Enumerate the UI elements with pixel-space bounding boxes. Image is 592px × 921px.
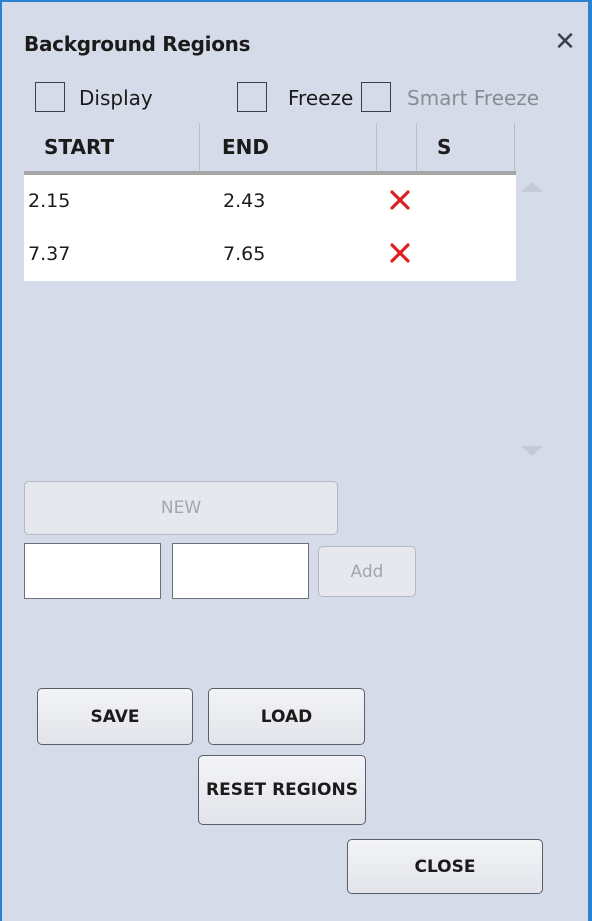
freeze-checkbox[interactable] (237, 82, 267, 112)
freeze-label: Freeze (288, 86, 354, 110)
region-end-input[interactable] (172, 543, 309, 599)
display-label: Display (79, 86, 153, 110)
column-divider (376, 123, 377, 171)
end-cell: 2.43 (223, 190, 266, 212)
table-row[interactable]: 2.15 2.43 (24, 175, 516, 228)
delete-x-icon[interactable] (385, 185, 415, 215)
load-button[interactable]: LOAD (208, 688, 365, 745)
column-divider (514, 123, 515, 171)
column-header-start[interactable]: START (44, 123, 114, 171)
background-regions-panel: Background Regions ✕ Display Freeze Smar… (0, 0, 592, 921)
regions-table-header: START END S (24, 123, 516, 175)
scroll-up-arrow-icon[interactable] (521, 182, 543, 192)
start-cell: 7.37 (28, 243, 71, 265)
close-icon[interactable]: ✕ (553, 28, 577, 56)
new-button[interactable]: NEW (24, 481, 338, 535)
panel-title: Background Regions (24, 32, 251, 56)
display-checkbox[interactable] (35, 82, 65, 112)
scroll-down-arrow-icon[interactable] (521, 446, 543, 456)
delete-x-icon[interactable] (385, 238, 415, 268)
add-button[interactable]: Add (318, 546, 416, 597)
reset-regions-button[interactable]: RESET REGIONS (198, 755, 366, 825)
save-button[interactable]: SAVE (37, 688, 193, 745)
column-divider (416, 123, 417, 171)
table-row[interactable]: 7.37 7.65 (24, 228, 516, 281)
start-cell: 2.15 (28, 190, 71, 212)
regions-table-body: 2.15 2.43 7.37 7.65 (24, 175, 516, 281)
end-cell: 7.65 (223, 243, 266, 265)
column-divider (199, 123, 200, 171)
region-start-input[interactable] (24, 543, 161, 599)
smart-freeze-checkbox[interactable] (361, 82, 391, 112)
column-header-end[interactable]: END (222, 123, 269, 171)
column-header-s[interactable]: S (437, 123, 451, 171)
close-button[interactable]: CLOSE (347, 839, 543, 894)
smart-freeze-label: Smart Freeze (407, 86, 540, 110)
